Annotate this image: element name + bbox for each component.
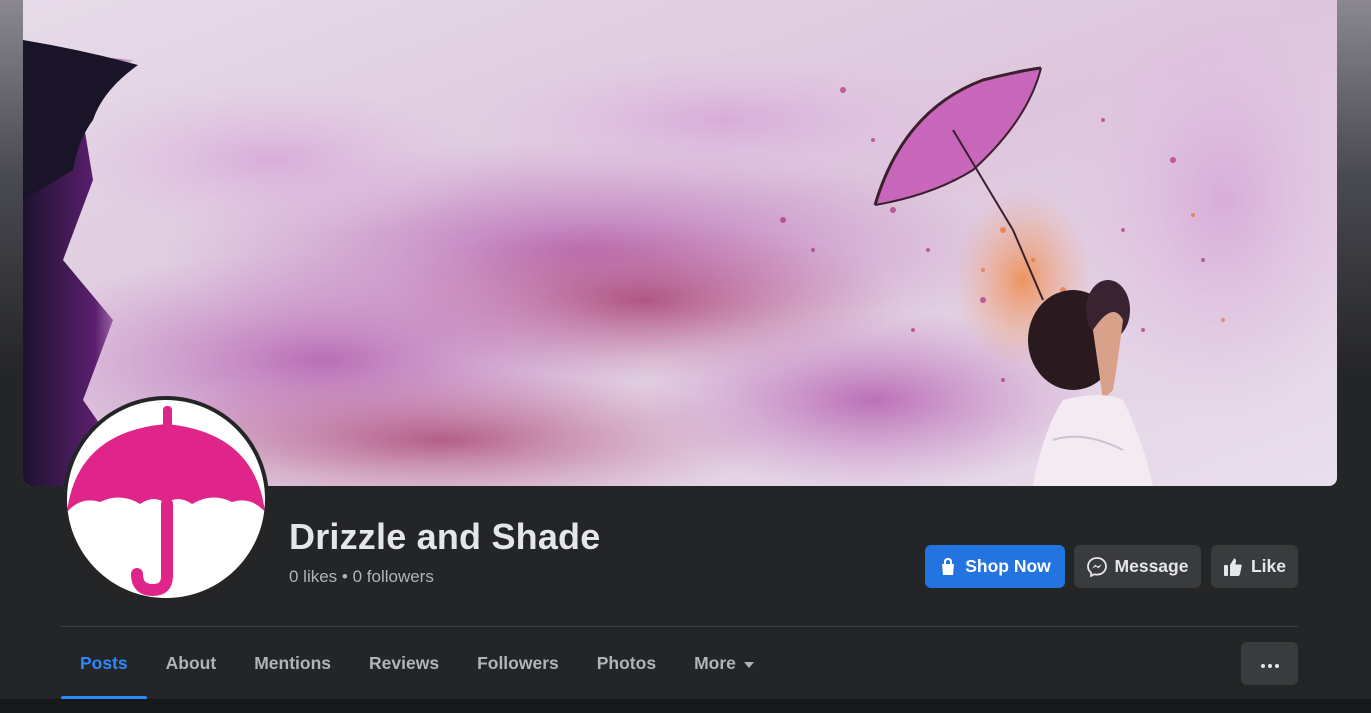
- tab-about-label: About: [165, 652, 217, 673]
- tab-about[interactable]: About: [147, 627, 236, 699]
- feed-background: [0, 699, 1371, 713]
- tab-reviews-label: Reviews: [369, 652, 440, 673]
- like-label: Like: [1250, 556, 1287, 576]
- page-avatar[interactable]: [63, 396, 269, 602]
- ellipsis-icon: [1260, 655, 1279, 673]
- tab-photos-label: Photos: [596, 652, 657, 673]
- tab-followers-label: Followers: [477, 652, 559, 673]
- tab-posts-label: Posts: [80, 652, 128, 673]
- shop-now-button[interactable]: Shop Now: [925, 545, 1065, 588]
- tab-more-label: More: [694, 652, 736, 673]
- tab-followers[interactable]: Followers: [458, 627, 578, 699]
- tab-mentions-label: Mentions: [254, 652, 332, 673]
- page-tabs: Posts About Mentions Reviews Followers P…: [61, 627, 773, 699]
- like-button[interactable]: Like: [1211, 545, 1298, 588]
- tab-mentions[interactable]: Mentions: [235, 627, 350, 699]
- tab-posts[interactable]: Posts: [61, 627, 147, 699]
- tab-photos[interactable]: Photos: [578, 627, 675, 699]
- tab-reviews[interactable]: Reviews: [350, 627, 458, 699]
- more-options-button[interactable]: [1241, 642, 1298, 685]
- tab-more[interactable]: More: [675, 627, 773, 699]
- page-title: Drizzle and Shade: [289, 516, 601, 557]
- page-stats: 0 likes • 0 followers: [289, 567, 434, 586]
- message-label: Message: [1114, 556, 1189, 576]
- shopping-bag-icon: [939, 557, 957, 576]
- message-button[interactable]: Message: [1074, 545, 1201, 588]
- thumbs-up-icon: [1223, 557, 1243, 577]
- shop-now-label: Shop Now: [965, 556, 1051, 576]
- umbrella-logo-icon: [67, 400, 265, 598]
- caret-down-icon: [743, 653, 754, 674]
- messenger-icon: [1086, 556, 1107, 577]
